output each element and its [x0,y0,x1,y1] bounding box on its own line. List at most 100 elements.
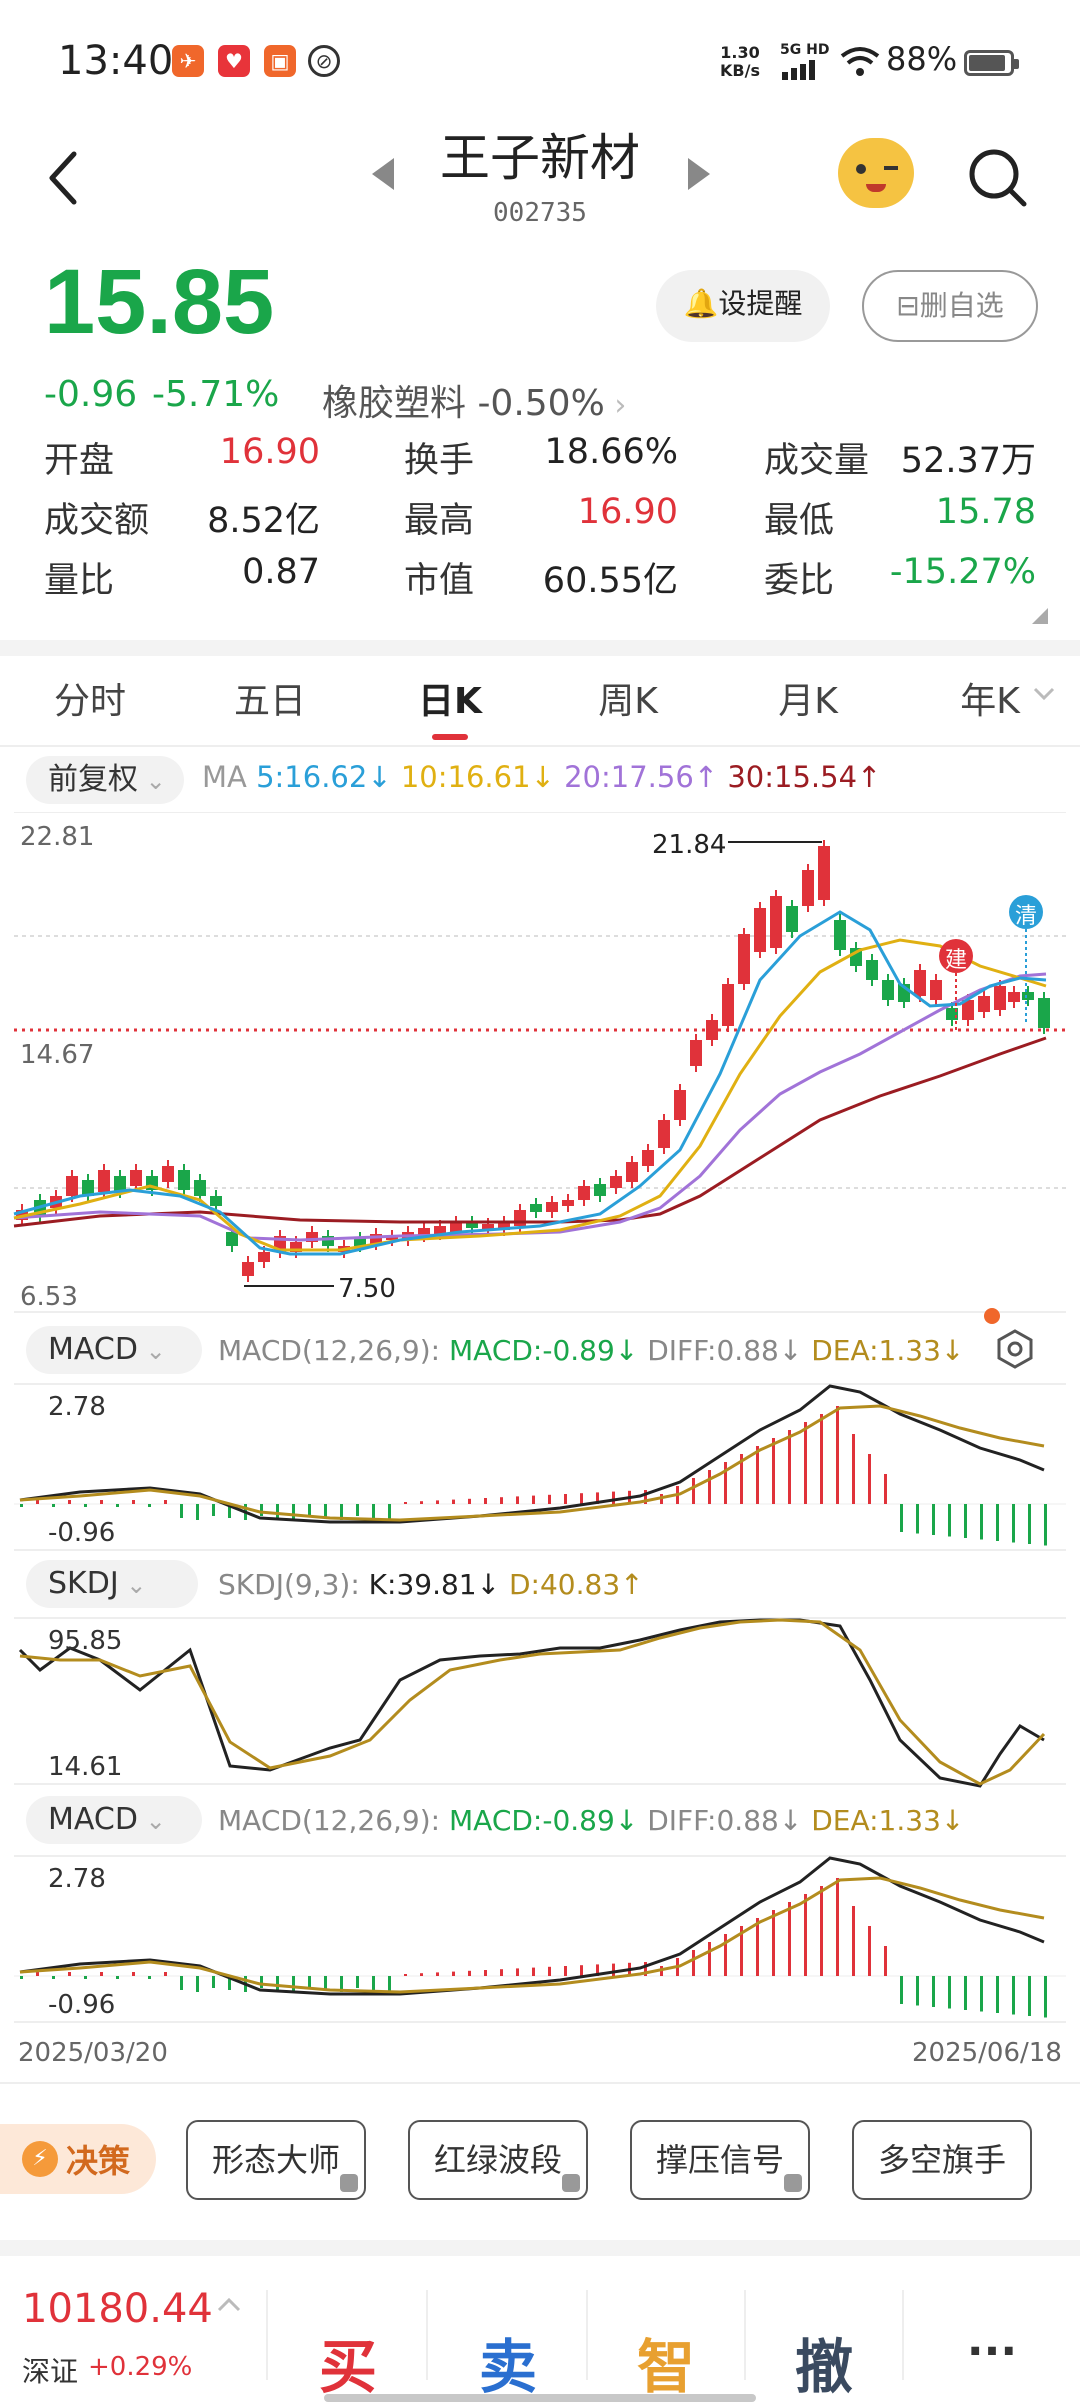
tool-button[interactable]: 撑压信号 [630,2120,810,2200]
lock-icon [784,2174,802,2192]
ma-label: MA [202,760,247,794]
macd-bar [324,1976,327,1990]
macd-bar [468,1498,471,1504]
macd-bar [212,1504,215,1516]
ma5-value: 5:16.62 [256,760,368,794]
set-alert-button[interactable]: 🔔设提醒 [656,270,830,342]
macd-bar [196,1504,199,1520]
macd-bar [516,1968,519,1976]
chevron-down-icon: ⌄ [137,1337,166,1365]
macd2-indicator-dropdown[interactable]: MACD ⌄ [26,1796,202,1844]
macd-indicator-dropdown[interactable]: MACD ⌄ [26,1326,202,1374]
macd-bar [884,1946,887,1976]
macd-bar [420,1973,423,1976]
macd-bar [196,1976,199,1992]
macd2-y-max: 2.78 [48,1864,106,1894]
bell-icon: 🔔 [683,287,719,320]
macd-bar [580,1493,583,1504]
cancel-order-button[interactable]: 撤 [744,2320,904,2404]
macd-bar [884,1474,887,1504]
chevron-down-icon[interactable] [1032,684,1056,704]
arrow-down-icon: ↓ [940,1804,965,1837]
decision-button[interactable]: ⚡ 决策 [0,2124,156,2194]
macd-bar [356,1504,359,1516]
chevron-down-icon: ⌄ [137,1807,166,1835]
stat-value: 60.55亿 [542,561,678,601]
macd-bar [612,1963,615,1976]
more-button[interactable]: ··· [912,2326,1072,2377]
divider [0,2082,1080,2084]
macd-bar [260,1504,263,1516]
chevron-right-icon: › [604,388,627,423]
divider [902,2290,904,2380]
gesture-bar[interactable] [324,2394,756,2402]
next-stock-arrow-icon[interactable] [688,158,710,190]
macd-bar [308,1976,311,1988]
search-icon[interactable] [966,146,1030,210]
arrow-down-icon: ↓ [940,1334,965,1367]
sell-button[interactable]: 卖 [428,2320,588,2404]
macd-bar [324,1504,327,1518]
macd-bar [132,1500,135,1504]
tool-button[interactable]: 多空旗手 [852,2120,1032,2200]
macd-bar [916,1504,919,1534]
sector-link[interactable]: 橡胶塑料 -0.50% › [322,374,626,426]
minus-box-icon: ⊟ [896,289,920,322]
tool-button[interactable]: 形态大师 [186,2120,366,2200]
stat-label: 成交量 [764,441,870,481]
macd-bar [964,1976,967,2010]
price-change-pct: -5.71% [152,374,280,415]
lock-icon [562,2174,580,2192]
macd-bar [500,1497,503,1504]
ma-legend: MA 5:16.62↓ 10:16.61↓ 20:17.56↑ 30:15.54… [202,760,881,794]
tab-4[interactable]: 月K [728,672,888,724]
mascot-icon[interactable] [838,138,914,208]
clear-position-badge[interactable]: 清 [1012,898,1040,930]
expand-corner-icon[interactable] [1030,606,1050,626]
macd-bar [692,1950,695,1976]
ma20-value: 20:17.56 [564,760,694,794]
macd-bar [532,1495,535,1504]
arrow-down-icon: ↓ [614,1804,639,1837]
skdj-indicator-dropdown[interactable]: SKDJ ⌄ [26,1560,198,1608]
macd-name: MACD [48,1332,138,1367]
skdj-values: SKDJ(9,3): K:39.81↓ D:40.83↑ [218,1568,644,1601]
candle-body [530,1204,542,1212]
settings-icon[interactable] [994,1328,1036,1370]
tool-button[interactable]: 红绿波段 [408,2120,588,2200]
kline-chart[interactable] [0,812,1080,2082]
tool-button-label: 形态大师 [211,2141,340,2179]
build-position-badge[interactable]: 建 [942,942,970,974]
divider [0,745,1080,747]
macd-values: MACD(12,26,9): MACD:-0.89↓ DIFF:0.88↓ DE… [218,1334,964,1367]
app-notification-icon: ⊘ [308,45,340,77]
tab-3[interactable]: 周K [548,672,708,724]
adjust-dropdown[interactable]: 前复权 ⌄ [26,756,184,804]
battery-percent: 88% [886,40,958,78]
macd-value: MACD:-0.89 [449,1334,615,1367]
arrow-up-icon: ↑ [620,1568,644,1601]
stat-label: 换手 [404,441,475,481]
app-notification-icon: ▣ [264,45,296,77]
candle-body [546,1202,558,1212]
index-value[interactable]: 10180.44 [22,2286,213,2332]
macd-bar [148,1504,151,1507]
candle-body [834,920,846,950]
tab-1[interactable]: 五日 [190,672,350,724]
remove-watchlist-button[interactable]: ⊟删自选 [862,270,1038,342]
smart-button[interactable]: 智 [586,2320,746,2404]
candle-body [610,1176,622,1188]
candle-body [866,960,878,980]
tab-2[interactable]: 日K [370,672,530,724]
macd-y-min: -0.96 [48,1518,116,1548]
arrow-down-icon: ↓ [476,1568,501,1601]
tab-0[interactable]: 分时 [10,672,170,724]
candle-body [994,986,1006,1010]
macd-bar [900,1504,903,1532]
stat-label: 委比 [764,561,835,601]
candle-body [514,1210,526,1226]
buy-button[interactable]: 买 [268,2320,428,2404]
macd-bar [484,1970,487,1976]
candle-body [130,1170,142,1186]
macd-bar [756,1446,759,1504]
